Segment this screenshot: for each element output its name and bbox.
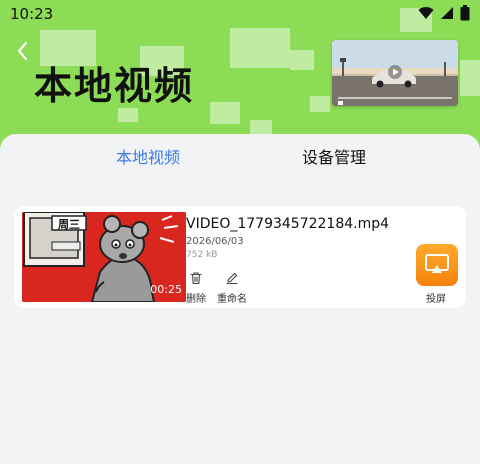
tab-device-management[interactable]: 设备管理 [302,148,366,168]
cast-button[interactable] [416,244,458,286]
decor-block [250,120,272,134]
video-date: 2026/06/03 [186,236,244,247]
video-filename: VIDEO_1779345722184.mp4 [186,216,390,232]
video-list-item[interactable]: 周三 00:25 VIDEO_1779345722184.mp4 2026/06… [14,206,466,308]
decor-block [210,102,240,124]
pencil-icon [226,272,238,285]
video-size: 752 kB [186,250,218,260]
trash-icon [190,272,202,285]
cast-screen-icon [425,254,449,273]
system-icons [418,5,470,21]
cast-label: 投屏 [426,294,446,305]
decor-block [290,50,314,70]
signal-icon [441,7,453,19]
decor-block [460,60,480,96]
battery-icon [460,5,470,21]
video-duration: 00:25 [150,283,182,296]
status-bar: 10:23 [0,0,480,28]
decor-block [310,96,330,112]
decor-block [230,28,290,68]
delete-label: 删除 [186,294,206,305]
header-banner: 10:23 本地视频 [0,0,480,150]
decor-block [40,30,96,66]
delete-button[interactable]: 删除 [180,270,212,305]
thumbnail-caption: 周三 [58,218,80,231]
decor-block [118,108,138,122]
status-time: 10:23 [10,5,54,23]
rename-label: 重命名 [217,294,247,305]
content-sheet: 本地视频 设备管理 周三 00:25 VIDEO_1779345722184.m… [0,134,480,464]
rename-button[interactable]: 重命名 [216,270,248,305]
wifi-icon [418,7,434,20]
banner-video-thumbnail [332,40,458,106]
back-chevron-icon[interactable] [12,38,34,64]
tab-local-video[interactable]: 本地视频 [116,148,180,168]
video-thumbnail[interactable]: 周三 00:25 [22,212,186,302]
page-title: 本地视频 [34,64,195,108]
